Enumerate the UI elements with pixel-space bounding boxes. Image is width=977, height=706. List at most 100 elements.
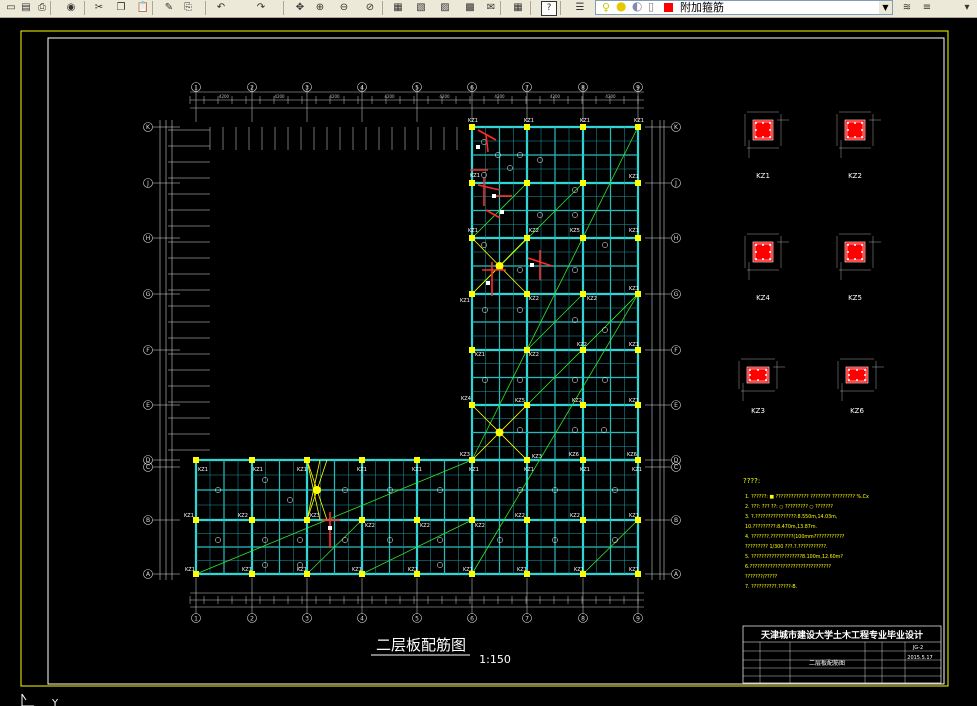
slab-number — [612, 537, 618, 543]
column-label: KZ2 — [529, 228, 539, 234]
column-label: KZ1 — [574, 567, 584, 573]
slab-number — [602, 242, 608, 248]
axis-label: F — [146, 347, 150, 354]
slab-number — [537, 157, 543, 163]
column-label: KZ5 — [515, 398, 525, 404]
column-label: KZ1 — [524, 118, 534, 124]
column — [524, 235, 530, 241]
rebar-anchor — [328, 526, 332, 530]
section-label: KZ2 — [848, 172, 862, 180]
title-block-drawing-name: 二层板配筋图 — [809, 659, 845, 667]
column — [635, 124, 641, 130]
axis-label: B — [146, 517, 150, 524]
longitudinal-bar — [749, 369, 751, 371]
axis-label: K — [146, 124, 151, 131]
sheet-inner-frame — [47, 37, 945, 685]
section-label: KZ4 — [756, 294, 770, 302]
axis-label: 5 — [415, 85, 419, 92]
column — [469, 291, 475, 297]
axis-label: H — [674, 235, 679, 242]
section-label: KZ1 — [756, 172, 770, 180]
drawing-canvas[interactable]: 4200 4200 4200 4200 4200 4200 4200 4200 1 1 2 2 3 3 4 4… — [0, 0, 977, 706]
axis-label: A — [674, 571, 679, 578]
longitudinal-bar — [856, 369, 858, 371]
longitudinal-bar — [769, 244, 771, 246]
column — [580, 235, 586, 241]
column — [193, 457, 199, 463]
longitudinal-bar — [864, 379, 866, 381]
note-line: ???????/????? — [745, 574, 778, 580]
longitudinal-bar — [762, 258, 764, 260]
column-label: KZ1 — [629, 398, 639, 404]
column — [580, 457, 586, 463]
opening-marker — [495, 262, 504, 270]
slab-number — [482, 377, 488, 383]
longitudinal-bar — [854, 136, 856, 138]
slab-number — [601, 427, 607, 433]
column-label: KZ1 — [629, 513, 639, 519]
rebar-anchor — [530, 263, 534, 267]
dimension-label: 4200 — [219, 94, 230, 99]
note-line: 5. ????????????????????8.100m,12.60m? — [745, 554, 843, 560]
floor-plan: 4200 4200 4200 4200 4200 4200 4200 4200 1 1 2 2 3 3 4 4… — [143, 82, 681, 666]
longitudinal-bar — [847, 136, 849, 138]
note-line: 3. ?.????????????????:8.550m,14.03m, — [745, 514, 838, 520]
axis-label: J — [674, 180, 677, 187]
axis-label: 1 — [194, 616, 198, 623]
rebar-anchor — [500, 210, 504, 214]
axis-label: 1 — [194, 85, 198, 92]
axis-label: 4 — [360, 616, 364, 623]
column-label: KZ1 — [629, 174, 639, 180]
axis-label: G — [146, 291, 151, 298]
longitudinal-bar — [854, 122, 856, 124]
longitudinal-bar — [856, 379, 858, 381]
column-section: KZ6 — [837, 358, 884, 415]
note-line: 2. ???: ??? ??: ○ ????????? ○ ??????? — [745, 504, 833, 510]
slab-number — [537, 212, 543, 218]
drawing-title: 二层板配筋图 — [376, 636, 466, 654]
column-label: KZ1 — [524, 467, 534, 473]
column — [635, 235, 641, 241]
rebar-anchor — [486, 281, 490, 285]
dimension-label: 4200 — [494, 94, 505, 99]
axis-label: 6 — [470, 85, 474, 92]
column-label: KZ1 — [468, 118, 478, 124]
longitudinal-bar — [755, 258, 757, 260]
section-label: KZ6 — [850, 407, 864, 415]
longitudinal-bar — [847, 251, 849, 253]
slab-number — [572, 267, 578, 273]
axis-label: H — [146, 235, 151, 242]
column-label: KZ1 — [629, 342, 639, 348]
opening-marker — [495, 428, 504, 437]
longitudinal-bar — [769, 122, 771, 124]
column-label: KZ1 — [184, 513, 194, 519]
longitudinal-bar — [757, 379, 759, 381]
ucs-axis — [21, 693, 27, 701]
longitudinal-bar — [847, 258, 849, 260]
axis-label: A — [146, 571, 151, 578]
column-label: KZ2 — [577, 342, 587, 348]
sheet-number: JG-2 — [912, 645, 923, 651]
column-label: KZ1 — [463, 567, 473, 573]
note-line: 4. ???????.?????????(100mm???????????? — [745, 534, 845, 540]
slab-number — [297, 537, 303, 543]
longitudinal-bar — [861, 258, 863, 260]
longitudinal-bar — [854, 244, 856, 246]
drawing-date: 2015.5.17 — [907, 655, 932, 661]
design-notes: ????: 1. ??????: ■ ????????????? ????????… — [743, 477, 869, 590]
slab-number — [517, 427, 523, 433]
longitudinal-bar — [762, 244, 764, 246]
column-label: KZ1 — [412, 467, 422, 473]
slab-number — [572, 377, 578, 383]
longitudinal-bar — [755, 251, 757, 253]
column — [524, 124, 530, 130]
column-section: KZ1 — [744, 111, 789, 180]
note-line: 6.???????????????????????????????? — [745, 564, 832, 570]
column-label: KZ2 — [365, 523, 375, 529]
axis-label: J — [146, 180, 149, 187]
column-label: KZ1 — [357, 467, 367, 473]
longitudinal-bar — [762, 122, 764, 124]
longitudinal-bar — [765, 374, 767, 376]
longitudinal-bar — [847, 244, 849, 246]
section-label: KZ5 — [848, 294, 862, 302]
